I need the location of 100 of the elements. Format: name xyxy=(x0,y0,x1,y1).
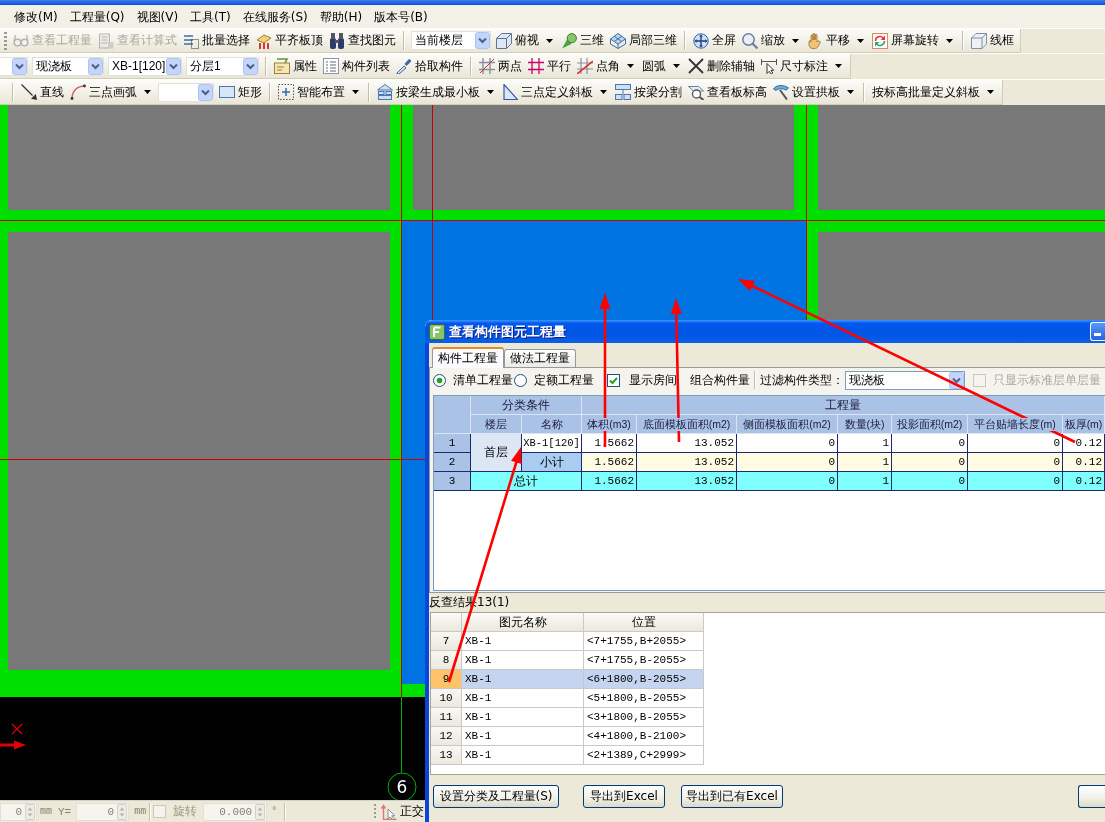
table-row[interactable]: 7 XB-1 <7+1755,B+2055> xyxy=(431,632,704,651)
chevron-icon xyxy=(12,57,27,75)
radio-icon[interactable] xyxy=(433,373,446,387)
menu-item[interactable]: 视图(V) xyxy=(135,8,180,25)
toolbar-button[interactable]: 平行 xyxy=(525,55,574,77)
tab[interactable]: 构件工程量 xyxy=(432,347,504,368)
checkbox[interactable]: 显示房间 xyxy=(607,371,677,389)
toolbar-button[interactable]: 按梁生成最小板 xyxy=(374,81,499,103)
radio-icon[interactable] xyxy=(514,373,527,387)
toolbar-button[interactable]: 线框 xyxy=(968,29,1017,52)
toolbar-button[interactable]: 查看板标高 xyxy=(685,81,770,103)
minimize-icon xyxy=(1094,333,1101,336)
rectangle-icon xyxy=(219,84,235,100)
toolbar-button[interactable]: 缩放 xyxy=(739,29,804,52)
table-cell: 0.12 xyxy=(1063,434,1105,453)
field-label: Y= xyxy=(58,805,72,818)
table-row[interactable]: 9 XB-1 <6+1800,B-2055> xyxy=(431,670,704,689)
dimension-icon xyxy=(761,58,777,74)
menu-item[interactable]: 帮助(H) xyxy=(318,8,364,25)
column-header: 体积(m3) xyxy=(582,415,637,434)
table-row[interactable]: 12 XB-1 <4+1800,B-2100> xyxy=(431,727,704,746)
menu-item[interactable]: 工程量(Q) xyxy=(68,8,126,25)
toolbar-button[interactable]: 平移 xyxy=(804,29,869,52)
checkbox-icon[interactable] xyxy=(607,373,620,387)
menu-item[interactable]: 修改(M) xyxy=(13,8,59,25)
toolbar-button[interactable]: 查找图元 xyxy=(326,29,399,52)
grid-box-icon xyxy=(610,32,626,49)
column-header: 数量(块) xyxy=(838,415,892,434)
table-cell: 0 xyxy=(892,472,968,491)
menu-item[interactable]: 工具(T) xyxy=(189,8,232,25)
dropdown[interactable] xyxy=(158,82,214,102)
dialog-button[interactable]: 导出到已有Excel xyxy=(681,785,783,808)
angle-icon xyxy=(577,58,593,74)
toolbar-button[interactable]: 圆弧 xyxy=(639,55,685,77)
table-cell: XB-1 xyxy=(462,746,584,765)
table-cell: 0.12 xyxy=(1063,472,1105,491)
binoculars-icon xyxy=(329,32,345,49)
unit-label: mm xyxy=(40,806,52,817)
toolbar-button[interactable]: 直线 xyxy=(18,81,67,103)
dropdown[interactable] xyxy=(0,56,28,76)
dropdown[interactable]: 分层1 xyxy=(186,56,259,76)
line-icon xyxy=(21,84,37,100)
radio-option[interactable]: 清单工程量 xyxy=(433,371,513,389)
table-cell: 1 xyxy=(838,453,892,472)
dropdown[interactable]: 现浇板 xyxy=(845,370,965,390)
dialog-title: 查看构件图元工程量 xyxy=(449,322,566,341)
toolbar-button[interactable]: 删除辅轴 xyxy=(685,55,758,77)
dialog-button[interactable]: 设置分类及工程量(S) xyxy=(433,785,559,808)
toolbar-button[interactable]: 批量选择 xyxy=(180,29,253,52)
table-cell: 1 xyxy=(838,472,892,491)
dropdown[interactable]: 当前楼层 xyxy=(411,31,491,50)
column-header: 底面模板面积(m2) xyxy=(637,415,737,434)
table-row[interactable]: 11 XB-1 <3+1800,B-2055> xyxy=(431,708,704,727)
toolbar-button[interactable]: 三点画弧 xyxy=(67,81,156,103)
dropdown[interactable]: 现浇板 xyxy=(32,56,104,76)
toolbar-button[interactable]: 点角 xyxy=(574,55,639,77)
dialog-button[interactable] xyxy=(1078,785,1105,808)
table-row[interactable]: 13 XB-1 <2+1389,C+2999> xyxy=(431,746,704,765)
table-row[interactable]: 8 XB-1 <7+1755,B-2055> xyxy=(431,651,704,670)
radio-option[interactable]: 定额工程量 xyxy=(514,371,594,389)
toolbar-button[interactable]: 全屏 xyxy=(690,29,739,52)
table-cell: 总计 xyxy=(471,472,582,491)
toolbar-button[interactable]: 正交 xyxy=(381,803,425,820)
toolbar-button[interactable]: 三点定义斜板 xyxy=(499,81,612,103)
toolbar-button[interactable]: 智能布置 xyxy=(275,81,364,103)
menu-item[interactable]: 在线服务(S) xyxy=(241,8,309,25)
dropdown[interactable]: XB-1[120] xyxy=(108,56,182,76)
table-cell: 13.052 xyxy=(637,472,737,491)
toolbar-button[interactable]: 平齐板顶 xyxy=(253,29,326,52)
toolbar-button[interactable]: 属性 xyxy=(271,55,320,77)
magnifier-icon xyxy=(742,32,758,49)
dialog-button[interactable]: 导出到Excel xyxy=(583,785,665,808)
cursor-icon xyxy=(381,803,398,820)
list-icon xyxy=(323,58,339,74)
toolbar-button[interactable]: 两点 xyxy=(476,55,525,77)
table-cell: 0 xyxy=(737,472,838,491)
toolbar-button[interactable]: 拾取构件 xyxy=(393,55,466,77)
option-label: 组合构件量 xyxy=(690,371,750,389)
minimize-button[interactable] xyxy=(1090,322,1105,341)
toolbar-button[interactable]: 俯视 xyxy=(493,29,558,52)
toolbar-button[interactable]: 设置拱板 xyxy=(770,81,859,103)
column-header: 楼层 xyxy=(471,415,522,434)
toolbar-button[interactable]: 矩形 xyxy=(216,81,265,103)
toolbar-button[interactable]: 按梁分割 xyxy=(612,81,685,103)
toolbar-button[interactable]: 三维 xyxy=(558,29,607,52)
pin-icon xyxy=(561,32,577,49)
table-cell: 0 xyxy=(892,453,968,472)
row-header: 3 xyxy=(434,472,471,491)
table-row[interactable]: 10 XB-1 <5+1800,B-2055> xyxy=(431,689,704,708)
toolbar-button[interactable]: 按标高批量定义斜板 xyxy=(869,81,999,103)
tab[interactable]: 做法工程量 xyxy=(504,349,576,367)
toolbar-button[interactable]: 局部三维 xyxy=(607,29,680,52)
cube-icon xyxy=(496,32,512,49)
table-cell: 0 xyxy=(737,453,838,472)
menu-item[interactable]: 版本号(B) xyxy=(373,8,429,25)
toolbar-button[interactable]: 构件列表 xyxy=(320,55,393,77)
table-cell: 0 xyxy=(968,453,1063,472)
toolbar-button[interactable]: 屏幕旋转 xyxy=(869,29,958,52)
toolbar-button[interactable]: 尺寸标注 xyxy=(758,55,847,77)
column-header: 投影面积(m2) xyxy=(892,415,968,434)
